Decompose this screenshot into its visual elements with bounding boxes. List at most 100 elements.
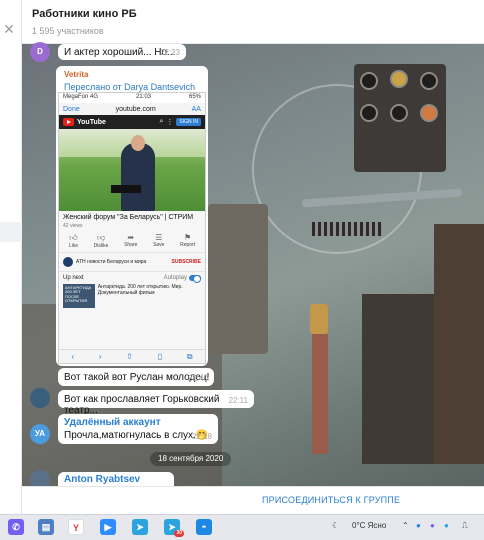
ios-carrier: MegaFon 4G bbox=[63, 94, 99, 100]
tray-telegram-icon[interactable]: ● bbox=[444, 521, 449, 530]
channel-name: АТН новости Беларуси и мира bbox=[76, 259, 147, 266]
safari-address-bar: Done youtube.com AA bbox=[59, 103, 205, 115]
tabs-icon: ⧉ bbox=[186, 351, 193, 361]
safari-done: Done bbox=[63, 105, 80, 113]
avatar[interactable]: УА bbox=[30, 424, 50, 444]
save-icon: ☰ bbox=[155, 233, 163, 243]
message-time: 22:11 bbox=[228, 396, 248, 405]
message-bubble[interactable]: Вот такой вот Руслан молодец! 22:40 bbox=[58, 368, 214, 386]
thumbs-down-icon: 👎︎ bbox=[96, 233, 106, 243]
message-text: Прочла,матюгнулась в слух.🤭 bbox=[64, 430, 209, 441]
message-time: 22:18 bbox=[191, 432, 212, 441]
tray-viber-icon[interactable]: ● bbox=[430, 521, 435, 530]
app-icon[interactable]: ◓ bbox=[196, 519, 212, 535]
message-bubble[interactable]: Удалённый аккаунт Прочла,матюгнулась в с… bbox=[58, 414, 218, 444]
message-bubble[interactable]: Anton Ryabtsev bbox=[58, 472, 174, 486]
safari-url: youtube.com bbox=[115, 105, 156, 113]
microphone-icon[interactable]: ⎍ bbox=[462, 521, 468, 531]
video-title: Женский форум "За Беларусь" | СТРИМ bbox=[63, 214, 194, 221]
youtube-brand: YouTube bbox=[77, 118, 106, 126]
safari-text-size: AA bbox=[191, 105, 201, 113]
telegram-active-icon[interactable]: ➤ 30 bbox=[164, 519, 184, 537]
thumbnail-text: АНТАРКТИДА 200 ЛЕТ ПОСЛЕ ОТКРЫТИЯ bbox=[65, 285, 92, 304]
forward-icon: › bbox=[98, 352, 102, 361]
join-group-button[interactable]: ПРИСОЕДИНИТЬСЯ К ГРУППЕ bbox=[262, 495, 400, 505]
message-text: И актер хороший... Но... bbox=[64, 47, 176, 58]
windows-taskbar: ✆ ▤ Y ▶ ➤ ➤ 30 ◓ ☾ 0°C Ясно ⌃ ● ● ● ⎍ bbox=[0, 514, 484, 540]
next-video-title: Антарктида. 200 лет открытию. Мир. Докум… bbox=[97, 284, 183, 297]
message-bubble[interactable]: Вот как прославляет Горьковский театр...… bbox=[58, 390, 254, 416]
message-time: 22:40 bbox=[187, 374, 208, 383]
video-frame bbox=[59, 129, 205, 211]
search-icon: ⌕ bbox=[159, 118, 164, 125]
member-count: 1 595 участников bbox=[32, 26, 104, 36]
more-icon: ⋮ bbox=[166, 119, 174, 126]
message-bubble[interactable]: И актер хороший... Но... 22:23 bbox=[58, 44, 186, 60]
video-actions: 👍︎ Like 👎︎ Dislike ➦ Share ☰ Save ⚑ Report bbox=[59, 230, 205, 254]
forwarded-screenshot[interactable]: MegaFon 4G 21:03 65% Done youtube.com AA… bbox=[58, 92, 206, 364]
autoplay-toggle bbox=[189, 275, 201, 284]
share-icon: ⇧ bbox=[126, 352, 133, 361]
wallpaper-house bbox=[362, 294, 434, 464]
viber-icon[interactable]: ✆ bbox=[8, 519, 24, 535]
telegram-icon[interactable]: ➤ bbox=[132, 519, 148, 535]
wallpaper-panel bbox=[354, 64, 446, 172]
ios-battery: 65% bbox=[188, 94, 201, 100]
save-action: ☰ Save bbox=[153, 233, 165, 249]
share-action: ➦ Share bbox=[124, 233, 138, 249]
up-next-label: Up next bbox=[63, 275, 84, 282]
safari-toolbar: ‹ › ⇧ ▯ ⧉ bbox=[59, 349, 205, 363]
sign-in-button: SIGN IN bbox=[176, 118, 201, 126]
channel-row: АТН новости Беларуси и мира SUBSCRIBE bbox=[59, 253, 205, 273]
weather-icon: ☾ bbox=[332, 521, 340, 530]
autoplay-label: Autoplay bbox=[163, 275, 187, 282]
youtube-header: YouTube ⌕ ⋮ SIGN IN bbox=[59, 115, 205, 129]
video-lectern bbox=[111, 185, 141, 193]
ios-status-bar: MegaFon 4G 21:03 65% bbox=[59, 93, 205, 103]
wallpaper-house bbox=[434, 224, 484, 464]
wallpaper-device bbox=[208, 204, 268, 354]
forwarded-from[interactable]: Переслано от Darya Dantsevich bbox=[64, 82, 195, 92]
wallpaper-stick bbox=[312, 334, 328, 454]
message-time: 22:23 bbox=[159, 48, 180, 57]
message-author[interactable]: Удалённый аккаунт bbox=[64, 417, 161, 428]
share-icon: ➦ bbox=[127, 233, 135, 243]
back-icon: ‹ bbox=[71, 352, 75, 361]
chat-header[interactable]: Работники кино РБ 1 595 участников bbox=[22, 0, 484, 44]
date-separator: 18 сентября 2020 bbox=[150, 452, 232, 466]
subscribe-label: SUBSCRIBE bbox=[171, 259, 201, 266]
up-next-row: Up next Autoplay bbox=[59, 272, 205, 284]
message-author[interactable]: Anton Ryabtsev bbox=[64, 474, 140, 485]
chat-title: Работники кино РБ bbox=[32, 8, 137, 20]
yandex-browser-icon[interactable]: Y bbox=[68, 519, 84, 535]
dislike-action: 👎︎ Dislike bbox=[93, 233, 109, 250]
message-text: Вот как прославляет Горьковский театр... bbox=[64, 394, 220, 416]
message-author[interactable]: Vetrita bbox=[64, 70, 88, 79]
youtube-logo-icon bbox=[63, 118, 74, 126]
zoom-icon[interactable]: ▶ bbox=[100, 519, 116, 535]
unread-badge: 30 bbox=[174, 530, 184, 537]
channel-avatar bbox=[63, 257, 73, 268]
weather-text[interactable]: 0°C Ясно bbox=[352, 521, 386, 530]
bookmarks-icon: ▯ bbox=[157, 352, 163, 361]
join-bar: ПРИСОЕДИНИТЬСЯ К ГРУППЕ bbox=[22, 486, 484, 514]
next-video-thumbnail: АНТАРКТИДА 200 ЛЕТ ПОСЛЕ ОТКРЫТИЯ bbox=[63, 284, 95, 309]
report-action: ⚑ Report bbox=[180, 233, 196, 249]
video-views: 42 views bbox=[63, 223, 83, 230]
next-video: АНТАРКТИДА 200 ЛЕТ ПОСЛЕ ОТКРЫТИЯ Антарк… bbox=[59, 284, 205, 309]
chat-list-pane: ✕ bbox=[0, 0, 22, 514]
video-speaker bbox=[121, 143, 155, 211]
like-action: 👍︎ Like bbox=[68, 233, 79, 250]
wallpaper-brass bbox=[310, 304, 328, 334]
avatar[interactable] bbox=[30, 388, 50, 408]
selected-chat-item[interactable] bbox=[0, 222, 22, 242]
autoplay-row: Autoplay bbox=[163, 275, 201, 284]
ios-time: 21:03 bbox=[136, 94, 152, 100]
close-icon[interactable]: ✕ bbox=[2, 22, 16, 36]
explorer-icon[interactable]: ▤ bbox=[38, 519, 54, 535]
flag-icon: ⚑ bbox=[184, 233, 192, 243]
video-speaker-head bbox=[131, 135, 145, 151]
tray-chevron-icon[interactable]: ⌃ bbox=[402, 521, 409, 530]
avatar[interactable]: D bbox=[30, 42, 50, 62]
tray-app-icon[interactable]: ● bbox=[416, 521, 421, 530]
